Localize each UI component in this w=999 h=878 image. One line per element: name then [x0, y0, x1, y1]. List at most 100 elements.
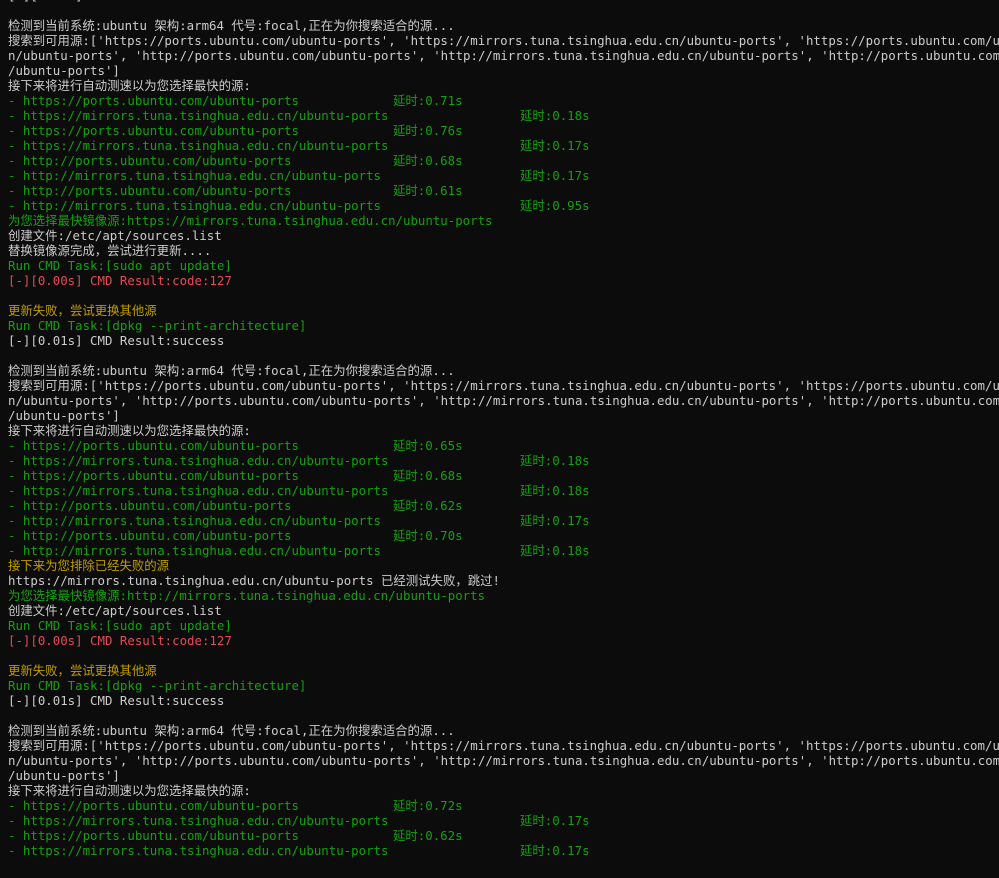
- terminal-line: 搜索到可用源:['https://ports.ubuntu.com/ubuntu…: [8, 738, 999, 753]
- mirror-url: - https://ports.ubuntu.com/ubuntu-ports: [8, 123, 299, 138]
- mirror-latency: 延时:0.70s: [393, 528, 463, 543]
- mirror-speed-row: - https://ports.ubuntu.com/ubuntu-ports 延…: [8, 828, 999, 843]
- terminal-line-text: 搜索到可用源:['https://ports.ubuntu.com/ubuntu…: [8, 33, 999, 48]
- terminal-line: Run CMD Task:[dpkg --print-architecture]: [8, 678, 999, 693]
- terminal-line: 接下来为您排除已经失败的源: [8, 558, 999, 573]
- terminal-line: 替换镜像源完成，尝试进行更新....: [8, 243, 999, 258]
- mirror-latency: 延时:0.71s: [393, 93, 463, 108]
- terminal-line: [-][0.00s] CMD Result:code:127: [8, 273, 999, 288]
- mirror-latency: 延时:0.68s: [393, 153, 463, 168]
- mirror-latency: 延时:0.62s: [393, 498, 463, 513]
- mirror-latency: 延时:0.61s: [393, 183, 463, 198]
- terminal-line-text: Run CMD Task:[dpkg --print-architecture]: [8, 678, 307, 693]
- mirror-latency: 延时:0.18s: [520, 108, 590, 123]
- terminal-line-text: n/ubuntu-ports', 'http://ports.ubuntu.co…: [8, 48, 999, 63]
- terminal-line: 更新失败，尝试更换其他源: [8, 303, 999, 318]
- mirror-speed-row: - https://ports.ubuntu.com/ubuntu-ports 延…: [8, 438, 999, 453]
- terminal-line: 接下来将进行自动测速以为您选择最快的源:: [8, 423, 999, 438]
- terminal-line: n/ubuntu-ports', 'http://ports.ubuntu.co…: [8, 48, 999, 63]
- mirror-latency: 延时:0.17s: [520, 813, 590, 828]
- mirror-speed-row: - http://ports.ubuntu.com/ubuntu-ports 延时…: [8, 183, 999, 198]
- mirror-speed-row: - http://ports.ubuntu.com/ubuntu-ports 延时…: [8, 498, 999, 513]
- mirror-url: - http://mirrors.tuna.tsinghua.edu.cn/ub…: [8, 168, 381, 183]
- terminal-line: /ubuntu-ports']: [8, 408, 999, 423]
- terminal-line-text: Run CMD Task:[sudo apt update]: [8, 618, 232, 633]
- terminal-line: 为您选择最快镜像源:https://mirrors.tuna.tsinghua.…: [8, 213, 999, 228]
- terminal-line: 为您选择最快镜像源:http://mirrors.tuna.tsinghua.e…: [8, 588, 999, 603]
- mirror-latency: 延时:0.76s: [393, 123, 463, 138]
- terminal-line: 搜索到可用源:['https://ports.ubuntu.com/ubuntu…: [8, 378, 999, 393]
- mirror-url: - http://ports.ubuntu.com/ubuntu-ports: [8, 183, 292, 198]
- terminal-line-text: 搜索到可用源:['https://ports.ubuntu.com/ubuntu…: [8, 378, 999, 393]
- mirror-url: - http://mirrors.tuna.tsinghua.edu.cn/ub…: [8, 198, 381, 213]
- mirror-url: - http://ports.ubuntu.com/ubuntu-ports: [8, 498, 292, 513]
- terminal-line-text: 搜索到可用源:['https://ports.ubuntu.com/ubuntu…: [8, 738, 999, 753]
- terminal-line: [-][0.01s] CMD Result:success: [8, 693, 999, 708]
- terminal-line: 创建文件:/etc/apt/sources.list: [8, 603, 999, 618]
- terminal-line-text: 接下来将进行自动测速以为您选择最快的源:: [8, 423, 251, 438]
- terminal-line: [-][0.00s] CMD Result:code:127: [8, 633, 999, 648]
- terminal-line: 接下来将进行自动测速以为您选择最快的源:: [8, 78, 999, 93]
- mirror-speed-row: - https://mirrors.tuna.tsinghua.edu.cn/u…: [8, 483, 999, 498]
- terminal-line: Run CMD Task:[sudo apt update]: [8, 258, 999, 273]
- terminal-line-text: 更新失败，尝试更换其他源: [8, 663, 157, 678]
- mirror-latency: 延时:0.18s: [520, 453, 590, 468]
- mirror-url: - http://ports.ubuntu.com/ubuntu-ports: [8, 153, 292, 168]
- mirror-speed-row: - https://mirrors.tuna.tsinghua.edu.cn/u…: [8, 843, 999, 858]
- mirror-latency: 延时:0.68s: [393, 468, 463, 483]
- terminal-line-text: [-][0.01s] CMD Result:success: [8, 693, 225, 708]
- mirror-url: - https://mirrors.tuna.tsinghua.edu.cn/u…: [8, 453, 389, 468]
- terminal-line: [-][0.01s] CMD Result:success: [8, 333, 999, 348]
- mirror-speed-row: - http://ports.ubuntu.com/ubuntu-ports 延时…: [8, 153, 999, 168]
- mirror-url: - http://mirrors.tuna.tsinghua.edu.cn/ub…: [8, 543, 381, 558]
- terminal-line-text: 检测到当前系统:ubuntu 架构:arm64 代号:focal,正在为你搜索适…: [8, 363, 455, 378]
- terminal-line-text: 更新失败，尝试更换其他源: [8, 303, 157, 318]
- terminal-line-text: 接下来将进行自动测速以为您选择最快的源:: [8, 78, 251, 93]
- terminal-line: 更新失败，尝试更换其他源: [8, 663, 999, 678]
- terminal-line-text: https://mirrors.tuna.tsinghua.edu.cn/ubu…: [8, 573, 500, 588]
- mirror-url: - http://mirrors.tuna.tsinghua.edu.cn/ub…: [8, 513, 381, 528]
- terminal-line-text: Run CMD Task:[sudo apt update]: [8, 258, 232, 273]
- mirror-url: - https://ports.ubuntu.com/ubuntu-ports: [8, 828, 299, 843]
- mirror-latency: 延时:0.17s: [520, 513, 590, 528]
- terminal-line-text: [-][0.00s] CMD Result:code:127: [8, 633, 232, 648]
- mirror-speed-row: - https://mirrors.tuna.tsinghua.edu.cn/u…: [8, 108, 999, 123]
- terminal-line: https://mirrors.tuna.tsinghua.edu.cn/ubu…: [8, 573, 999, 588]
- terminal-line: n/ubuntu-ports', 'http://ports.ubuntu.co…: [8, 753, 999, 768]
- terminal-line-text: [-][0.01s] CMD Result:success: [8, 333, 225, 348]
- terminal-line: Run CMD Task:[dpkg --print-architecture]: [8, 318, 999, 333]
- mirror-url: - https://ports.ubuntu.com/ubuntu-ports: [8, 798, 299, 813]
- mirror-url: - https://mirrors.tuna.tsinghua.edu.cn/u…: [8, 108, 389, 123]
- terminal-line-text: n/ubuntu-ports', 'http://ports.ubuntu.co…: [8, 753, 999, 768]
- terminal-line: /ubuntu-ports']: [8, 768, 999, 783]
- mirror-url: - https://ports.ubuntu.com/ubuntu-ports: [8, 93, 299, 108]
- mirror-speed-row: - https://mirrors.tuna.tsinghua.edu.cn/u…: [8, 138, 999, 153]
- terminal-line-text: n/ubuntu-ports', 'http://ports.ubuntu.co…: [8, 393, 999, 408]
- terminal-line-text: /ubuntu-ports']: [8, 63, 120, 78]
- terminal-line-text: /ubuntu-ports']: [8, 408, 120, 423]
- mirror-latency: 延时:0.17s: [520, 843, 590, 858]
- mirror-latency: 延时:0.72s: [393, 798, 463, 813]
- mirror-latency: 延时:0.17s: [520, 138, 590, 153]
- terminal-line-text: 为您选择最快镜像源:http://mirrors.tuna.tsinghua.e…: [8, 588, 486, 603]
- terminal-line: 检测到当前系统:ubuntu 架构:arm64 代号:focal,正在为你搜索适…: [8, 363, 999, 378]
- terminal-window[interactable]: [-][0.01s] CMD Result:success 检测到当前系统:ubu…: [0, 0, 999, 878]
- mirror-speed-row: - https://ports.ubuntu.com/ubuntu-ports 延…: [8, 468, 999, 483]
- mirror-latency: 延时:0.17s: [520, 168, 590, 183]
- terminal-line: 检测到当前系统:ubuntu 架构:arm64 代号:focal,正在为你搜索适…: [8, 723, 999, 738]
- mirror-url: - http://ports.ubuntu.com/ubuntu-ports: [8, 528, 292, 543]
- terminal-line-text: 替换镜像源完成，尝试进行更新....: [8, 243, 212, 258]
- mirror-latency: 延时:0.62s: [393, 828, 463, 843]
- mirror-latency: 延时:0.95s: [520, 198, 590, 213]
- terminal-line-text: 创建文件:/etc/apt/sources.list: [8, 603, 222, 618]
- terminal-line-text: 创建文件:/etc/apt/sources.list: [8, 228, 222, 243]
- mirror-latency: 延时:0.18s: [520, 483, 590, 498]
- terminal-line-text: 检测到当前系统:ubuntu 架构:arm64 代号:focal,正在为你搜索适…: [8, 18, 455, 33]
- terminal-line-text: 接下来将进行自动测速以为您选择最快的源:: [8, 783, 251, 798]
- mirror-speed-row: - https://ports.ubuntu.com/ubuntu-ports 延…: [8, 123, 999, 138]
